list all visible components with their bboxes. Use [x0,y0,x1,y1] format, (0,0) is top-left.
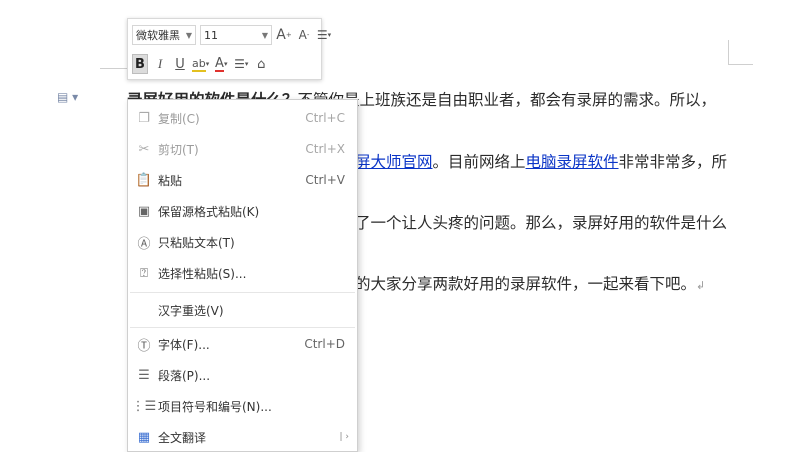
menu-separator [130,327,355,328]
align-icon[interactable]: ☰ ▾ [233,54,249,74]
italic-button[interactable]: I [152,54,168,74]
doc-text: 的大家分享两款好用的录屏软件，一起来看下吧。 [355,275,697,293]
doc-text: 不管你是上班族还是自由职业者，都会有录屏的需求。所以， [297,91,717,109]
menu-item-label: 项目符号和编号(N)... [158,399,272,414]
menu-item-label: 复制(C) [158,111,200,126]
font-size-select[interactable]: 11 ▼ [200,25,272,45]
font-color-button[interactable]: A ▾ [213,54,229,74]
menu-item-bullets-numbering[interactable]: ⋮☰ 项目符号和编号(N)... [128,391,357,421]
grow-font-icon[interactable]: A + [276,25,292,45]
doc-text: 了一个让人头疼的问题。那么，录屏好用的软件是什么 [355,214,728,232]
bullets-numbering-icon: ⋮☰ [131,398,157,414]
menu-item-label: 全文翻译 [158,430,207,445]
menu-item-cut[interactable]: ✂ 剪切(T) Ctrl+X [128,134,357,164]
link-screen-recorder-software[interactable]: 电脑录屏软件 [526,153,619,171]
chevron-down-icon: ▼ [261,30,268,40]
menu-item-label: 选择性粘贴(S)... [158,266,247,281]
translate-icon: ▦ [137,429,151,445]
menu-item-shortcut: Ctrl+V [305,173,345,187]
menu-item-paragraph[interactable]: ☰ 段落(P)... [128,360,357,390]
menu-item-paste-keep-format[interactable]: ▣ 保留源格式粘贴(K) [128,196,357,226]
mini-format-toolbar: 微软雅黑 ▼ 11 ▼ A + A- ☰ ▾ B I U ab ▾ A ▾ ☰ ▾ ⌂ [127,18,331,80]
format-painter-icon[interactable]: ⌂ [253,54,269,74]
font-size-value: 11 [204,28,218,42]
menu-item-reselect-hanzi[interactable]: 汉字重选(V) [128,295,357,325]
menu-item-paste-special[interactable]: ⍰ 选择性粘贴(S)... [128,258,357,288]
paste-text-only-icon: Ⓐ [137,236,151,252]
doc-text: 非常非常多，所 [618,153,728,171]
doc-line-3[interactable]: 了一个让人头疼的问题。那么，录屏好用的软件是什么 [355,211,727,233]
menu-item-shortcut: Ctrl+D [304,337,345,351]
paste-special-icon: ⍰ [140,265,148,281]
menu-item-label: 字体(F)... [158,337,210,352]
menu-item-label: 汉字重选(V) [158,303,224,318]
line-spacing-icon[interactable]: ☰ ▾ [316,25,332,45]
menu-item-translate[interactable]: ▦ 全文翻译 | › [128,422,357,452]
paragraph-icon: ☰ [138,367,150,383]
font-color-label: A [215,55,224,72]
menu-item-label: 粘贴 [158,173,183,188]
paste-keep-format-icon: ▣ [137,203,151,219]
submenu-arrow-icon: | › [339,432,350,442]
highlight-label: ab [192,56,206,72]
bold-button[interactable]: B [132,54,148,74]
font-icon: Ⓣ [137,338,151,354]
doc-line-4[interactable]: 的大家分享两款好用的录屏软件，一起来看下吧。↲ [355,272,705,294]
menu-item-font[interactable]: Ⓣ 字体(F)... Ctrl+D [128,329,357,359]
menu-separator [130,292,355,293]
chevron-down-icon: ▼ [185,30,192,40]
paste-icon: 📋 [135,172,153,188]
menu-item-copy[interactable]: ❐ 复制(C) Ctrl+C [128,103,357,133]
menu-item-label: 保留源格式粘贴(K) [158,204,260,219]
menu-item-shortcut: Ctrl+C [305,111,345,125]
link-screen-master-site[interactable]: 屏大师官网 [355,153,433,171]
underline-button[interactable]: U [172,54,188,74]
copy-icon: ❐ [138,110,150,126]
page-corner-mark-right [728,40,753,65]
menu-item-label: 段落(P)... [158,368,211,383]
menu-item-paste[interactable]: 📋 粘贴 Ctrl+V [128,165,357,195]
menu-item-label: 只粘贴文本(T) [158,235,235,250]
context-menu: ❐ 复制(C) Ctrl+C ✂ 剪切(T) Ctrl+X 📋 粘贴 Ctrl+… [127,99,358,452]
menu-item-paste-text-only[interactable]: Ⓐ 只粘贴文本(T) [128,227,357,257]
document-paragraph-icon[interactable]: ▤ ▾ [57,90,78,104]
doc-line-2[interactable]: 屏大师官网。目前网络上电脑录屏软件非常非常多，所 [355,150,727,172]
menu-item-label: 剪切(T) [158,142,199,157]
menu-item-shortcut: Ctrl+X [305,142,345,156]
page-corner-mark-left [100,40,129,69]
cut-icon: ✂ [138,141,150,157]
doc-text: 。目前网络上 [432,153,526,171]
font-name-value: 微软雅黑 [136,29,180,42]
paragraph-return-mark: ↲ [696,279,706,292]
highlight-button[interactable]: ab ▾ [192,54,209,74]
font-name-select[interactable]: 微软雅黑 ▼ [132,25,196,45]
shrink-font-icon[interactable]: A- [296,25,312,45]
